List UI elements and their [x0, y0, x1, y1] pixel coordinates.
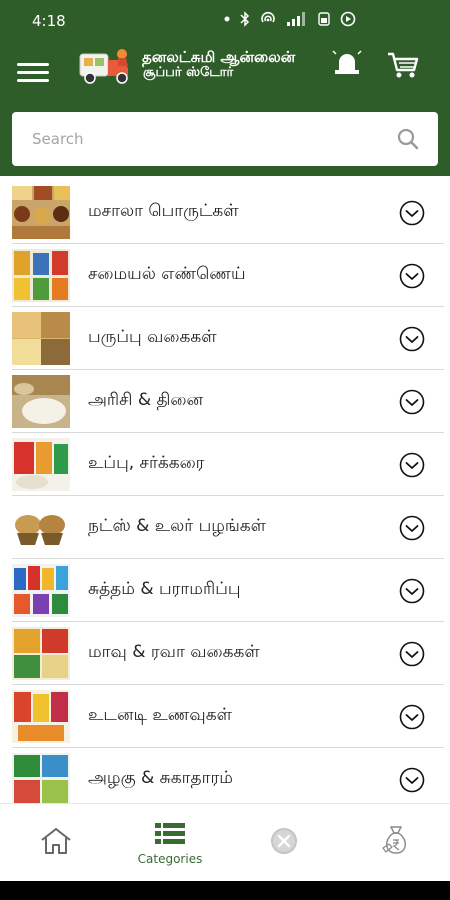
chevron-down-icon[interactable]: [399, 200, 425, 226]
menu-line-icon: [17, 79, 49, 82]
category-thumbnail: [12, 249, 70, 302]
chevron-down-icon[interactable]: [399, 452, 425, 478]
search-input[interactable]: [32, 128, 372, 150]
chevron-down-icon[interactable]: [399, 389, 425, 415]
chevron-down-icon[interactable]: [399, 263, 425, 289]
category-label: மசாலா பொருட்கள்: [88, 201, 239, 221]
category-label: மாவு & ரவா வகைகள்: [88, 642, 260, 662]
category-item[interactable]: மாவு & ரவா வகைகள்: [12, 622, 444, 685]
sync-icon: [340, 11, 356, 27]
search-box[interactable]: [12, 112, 438, 166]
category-item[interactable]: பருப்பு வகைகள்: [12, 307, 444, 370]
category-thumbnail: [12, 627, 70, 680]
category-thumbnail: [12, 186, 70, 239]
category-thumbnail: [12, 501, 70, 554]
chevron-down-icon[interactable]: [399, 704, 425, 730]
brand-name: தனலட்சுமி ஆன்லைன் சூப்பர் ஸ்டோர்: [142, 48, 296, 81]
cart-icon: [388, 52, 419, 78]
bottom-navigation: Categories: [0, 803, 450, 881]
menu-line-icon: [17, 71, 49, 74]
category-item[interactable]: மசாலா பொருட்கள்: [12, 181, 444, 244]
menu-button[interactable]: [14, 54, 52, 86]
nav-wallet[interactable]: [340, 804, 450, 882]
chevron-down-icon[interactable]: [399, 641, 425, 667]
category-thumbnail: [12, 753, 70, 806]
category-label: அழகு & சுகாதாரம்: [88, 768, 233, 788]
nav-categories[interactable]: Categories: [114, 804, 226, 882]
chevron-down-icon[interactable]: [399, 578, 425, 604]
search-icon[interactable]: [396, 127, 420, 151]
app-header: 4:18 தனலட்சுமி ஆன்லைன் சூப்பர் ஸ்டோர் Se…: [0, 0, 450, 176]
notification-button[interactable]: [330, 46, 364, 80]
category-label: சமையல் எண்ணெய்: [88, 264, 246, 284]
category-item[interactable]: நட்ஸ் & உலர் பழங்கள்: [12, 496, 444, 559]
money-bag-icon: [382, 826, 406, 854]
category-thumbnail: [12, 312, 70, 365]
category-label: உப்பு, சர்க்கரை: [88, 453, 205, 473]
offer-badge-icon: [271, 828, 297, 854]
category-list: மசாலா பொருட்கள் சமையல் எண்ணெய் பருப்பு வ…: [12, 181, 444, 811]
signal-icon: [286, 11, 308, 27]
status-time: 4:18: [32, 12, 66, 30]
category-label: சுத்தம் & பராமரிப்பு: [88, 579, 241, 599]
category-item[interactable]: உடனடி உணவுகள்: [12, 685, 444, 748]
category-label: உடனடி உணவுகள்: [88, 705, 232, 725]
category-item[interactable]: சுத்தம் & பராமரிப்பு: [12, 559, 444, 622]
status-bar: 4:18: [0, 0, 450, 44]
wifi-icon: [318, 12, 330, 26]
bluetooth-icon: [240, 11, 250, 27]
bell-icon: [332, 50, 362, 74]
nav-home[interactable]: [0, 804, 112, 882]
category-item[interactable]: அழகு & சுகாதாரம்: [12, 748, 444, 811]
categories-icon: [155, 823, 185, 844]
toolbar: தனலட்சுமி ஆன்லைன் சூப்பர் ஸ்டோர்: [0, 44, 450, 100]
chevron-down-icon[interactable]: [399, 326, 425, 352]
brand-logo: [78, 44, 140, 88]
chevron-down-icon[interactable]: [399, 515, 425, 541]
category-thumbnail: [12, 438, 70, 491]
category-label: பருப்பு வகைகள்: [88, 327, 217, 347]
chevron-down-icon[interactable]: [399, 767, 425, 793]
brand-subtitle: சூப்பர் ஸ்டோர்: [143, 65, 234, 81]
system-navigation-bar: [0, 881, 450, 900]
category-label: நட்ஸ் & உலர் பழங்கள்: [88, 516, 267, 536]
nav-offers[interactable]: [228, 804, 340, 882]
dot-icon: [224, 16, 230, 22]
category-item[interactable]: சமையல் எண்ணெய்: [12, 244, 444, 307]
hotspot-icon: [260, 11, 276, 27]
category-thumbnail: [12, 690, 70, 743]
category-item[interactable]: அரிசி & தினை: [12, 370, 444, 433]
cart-button[interactable]: [386, 48, 420, 82]
menu-line-icon: [17, 63, 49, 66]
home-icon: [41, 828, 71, 854]
category-thumbnail: [12, 564, 70, 617]
category-label: அரிசி & தினை: [88, 390, 204, 410]
category-item[interactable]: உப்பு, சர்க்கரை: [12, 433, 444, 496]
category-thumbnail: [12, 375, 70, 428]
status-icons: [224, 11, 356, 27]
nav-categories-label: Categories: [137, 852, 203, 866]
brand-title: தனலட்சுமி ஆன்லைன்: [142, 48, 296, 66]
